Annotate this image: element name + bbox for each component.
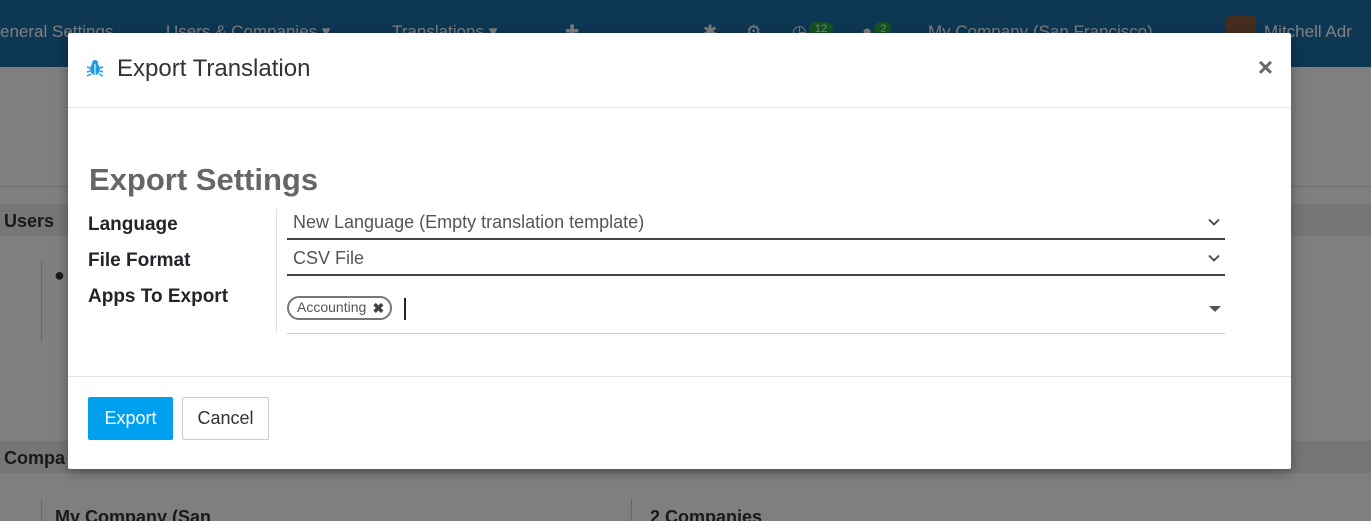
apps-to-export-field[interactable]: Accounting ✖ — [287, 292, 1225, 334]
chevron-down-icon — [1207, 249, 1221, 270]
apps-to-export-label: Apps To Export — [88, 286, 229, 307]
language-value: New Language (Empty translation template… — [293, 212, 645, 232]
apps-search-input[interactable] — [407, 296, 1187, 322]
file-format-label: File Format — [88, 250, 191, 271]
tag-accounting: Accounting ✖ — [287, 296, 393, 320]
modal-footer: Export Cancel — [68, 376, 1291, 469]
modal-header: Export Translation × — [68, 33, 1291, 108]
tag-remove-icon[interactable]: ✖ — [373, 300, 385, 317]
export-button[interactable]: Export — [88, 397, 173, 440]
cancel-button[interactable]: Cancel — [182, 397, 269, 440]
chevron-down-icon — [1207, 213, 1221, 234]
caret-down-icon[interactable] — [1209, 306, 1221, 312]
modal-title: Export Translation — [117, 55, 311, 82]
file-format-select[interactable]: CSV File — [287, 244, 1225, 276]
label-separator — [276, 209, 277, 333]
export-translation-dialog: Export Translation × Export Settings Lan… — [68, 33, 1291, 469]
language-label: Language — [88, 214, 178, 235]
text-cursor — [404, 298, 406, 320]
modal-body: Export Settings Language File Format App… — [68, 108, 1291, 376]
language-select[interactable]: New Language (Empty translation template… — [287, 208, 1225, 240]
bug-icon — [86, 59, 104, 82]
tag-label: Accounting — [297, 299, 367, 315]
section-title: Export Settings — [89, 162, 319, 197]
close-icon[interactable]: × — [1258, 53, 1273, 81]
file-format-value: CSV File — [293, 248, 365, 268]
